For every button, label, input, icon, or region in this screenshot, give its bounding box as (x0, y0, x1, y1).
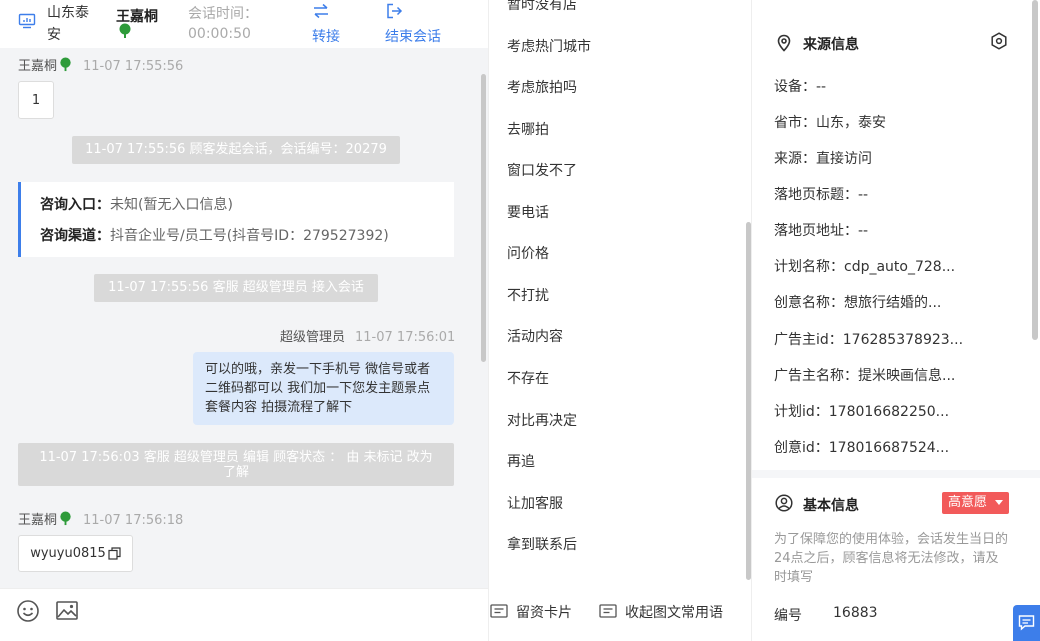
chat-toolbar (0, 588, 488, 641)
phrase-item[interactable]: 活动内容 (507, 326, 563, 346)
phrase-item[interactable]: 窗口发不了 (507, 160, 577, 180)
agent-sender-line: 超级管理员 11-07 17:56:01 (280, 326, 455, 345)
basic-info-title: 基本信息 (803, 498, 859, 514)
phrase-item[interactable]: 考虑热门城市 (507, 36, 591, 56)
user-icon (775, 494, 793, 512)
chat-bubble-icon (1018, 615, 1035, 631)
phrases-footer: 留资卡片 收起图文常用语 (489, 588, 751, 641)
phrase-item[interactable]: 不打扰 (507, 285, 549, 305)
chat-scrollbar[interactable] (481, 74, 486, 362)
edit-notice: 为了保障您的使用体验，会话发生当日的24点之后，顾客信息将无法修改，请及时填写 (774, 532, 1009, 585)
session-time-label: 会话时间： (188, 6, 258, 22)
quick-phrases-pane: 暂时没有店 考虑热门城市 考虑旅拍吗 去哪拍 窗口发不了 要电话 问价格 不打扰… (488, 0, 752, 641)
emoji-icon[interactable] (16, 599, 40, 623)
info-landing-title: 落地页标题：-- (774, 187, 869, 203)
lead-card-button[interactable]: 留资卡片 (490, 602, 585, 624)
image-icon[interactable] (55, 599, 79, 623)
floating-chat-button[interactable] (1013, 605, 1040, 641)
chat-workspace: 山东泰安 王嘉桐 会话时间： 00:00:50 转接 结束会话 王嘉桐 11-0… (0, 0, 1040, 641)
system-message: 11-07 17:55:56 顾客发起会话，会话编号：20279 (72, 136, 400, 164)
system-message: 11-07 17:56:03 客服 超级管理员 编辑 顾客状态 ： 由 未标记 … (18, 443, 454, 486)
message-list[interactable]: 王嘉桐 11-07 17:55:56 1 11-07 17:55:56 顾客发起会… (0, 48, 488, 588)
phrases-scrollbar[interactable] (746, 222, 751, 580)
phrase-item[interactable]: 拿到联系后 (507, 534, 577, 554)
intent-tag-label: 高意愿 (948, 495, 988, 510)
collapse-phrases-button[interactable]: 收起图文常用语 (599, 602, 739, 624)
end-session-label: 结束会话 (385, 29, 441, 45)
chat-pane: 山东泰安 王嘉桐 会话时间： 00:00:50 转接 结束会话 王嘉桐 11-0… (0, 0, 488, 641)
card-icon (490, 604, 508, 618)
phrase-item[interactable]: 问价格 (507, 243, 549, 263)
sender-name: 超级管理员 (280, 330, 346, 345)
location-pin-icon (777, 34, 791, 52)
entry-info-card: 咨询入口：未知(暂无入口信息) 咨询渠道：抖音企业号/员工号(抖音号ID：279… (18, 182, 454, 257)
chat-header: 山东泰安 王嘉桐 会话时间： 00:00:50 转接 结束会话 (0, 0, 488, 48)
exit-icon (387, 3, 403, 19)
message-text: wyuyu0815 (30, 546, 106, 561)
message-time: 11-07 17:56:01 (355, 330, 456, 345)
info-province-city: 省市：山东，泰安 (774, 115, 886, 131)
tree-icon (60, 57, 71, 72)
system-message: 11-07 17:55:56 客服 超级管理员 接入会话 (94, 274, 378, 302)
phrase-item[interactable]: 要电话 (507, 202, 549, 222)
phrase-item[interactable]: 对比再决定 (507, 410, 577, 430)
session-time-value: 00:00:50 (188, 26, 251, 42)
lead-card-label: 留资卡片 (516, 605, 572, 621)
message-time: 11-07 17:56:18 (83, 513, 184, 528)
transfer-label: 转接 (312, 29, 340, 45)
visitor-sender-line: 王嘉桐 11-07 17:56:18 (18, 509, 183, 528)
agent-message: 可以的哦，亲发一下手机号 微信号或者二维码都可以 我们加一下您发主题景点 套餐内… (193, 352, 454, 425)
info-plan-name: 计划名称：cdp_auto_728... (774, 259, 956, 275)
phrase-item[interactable]: 不存在 (507, 368, 549, 388)
phrase-item[interactable]: 再追 (507, 451, 535, 471)
settings-icon[interactable] (990, 32, 1008, 50)
collapse-phrases-label: 收起图文常用语 (625, 605, 723, 621)
tree-icon (60, 511, 71, 526)
source-info-title: 来源信息 (803, 37, 859, 53)
visitor-region: 山东泰安 (47, 5, 89, 43)
info-advertiser-name: 广告主名称：提米映画信息... (774, 368, 956, 384)
visitor-message: wyuyu0815 (18, 535, 133, 572)
tree-icon (119, 23, 131, 38)
copy-icon[interactable] (108, 547, 121, 560)
info-creative-name: 创意名称：想旅行结婚的... (774, 295, 942, 311)
phrase-item[interactable]: 暂时没有店 (507, 0, 577, 14)
phrase-item[interactable]: 去哪拍 (507, 119, 549, 139)
sender-name: 王嘉桐 (18, 513, 58, 528)
channel-value: 抖音企业号/员工号(抖音号ID：279527392) (110, 228, 389, 244)
info-device: 设备：-- (774, 79, 827, 95)
info-id-value: 16883 (833, 605, 878, 621)
message-time: 11-07 17:55:56 (83, 59, 184, 74)
info-landing-url: 落地页地址：-- (774, 223, 869, 239)
transfer-button[interactable]: 转接 (312, 0, 352, 46)
phrase-item[interactable]: 考虑旅拍吗 (507, 77, 577, 97)
phrase-item[interactable]: 让加客服 (507, 493, 563, 513)
info-id-label: 编号 (774, 608, 802, 624)
info-creative-id: 创意id：178016687524... (774, 440, 950, 456)
entry-value: 未知(暂无入口信息) (110, 197, 233, 213)
message-icon (599, 604, 617, 618)
customer-info-pane: 来源信息 设备：-- 省市：山东，泰安 来源：直接访问 落地页标题：-- 落地页… (752, 0, 1040, 641)
visitor-message: 1 (18, 81, 54, 119)
transfer-icon (314, 3, 328, 19)
info-plan-id: 计划id：178016682250... (774, 404, 950, 420)
section-divider (752, 470, 1040, 478)
entry-label: 咨询入口： (40, 197, 110, 213)
visitor-sender-line: 王嘉桐 11-07 17:55:56 (18, 55, 183, 74)
info-advertiser-id: 广告主id：176285378923... (774, 332, 964, 348)
info-source: 来源：直接访问 (774, 151, 872, 167)
info-scrollbar[interactable] (1032, 0, 1038, 340)
intent-tag-dropdown[interactable]: 高意愿 (942, 492, 1009, 514)
channel-label: 咨询渠道： (40, 228, 110, 244)
monitor-icon (18, 13, 36, 29)
sender-name: 王嘉桐 (18, 59, 58, 74)
end-session-button[interactable]: 结束会话 (385, 0, 455, 46)
caret-down-icon (995, 500, 1003, 505)
